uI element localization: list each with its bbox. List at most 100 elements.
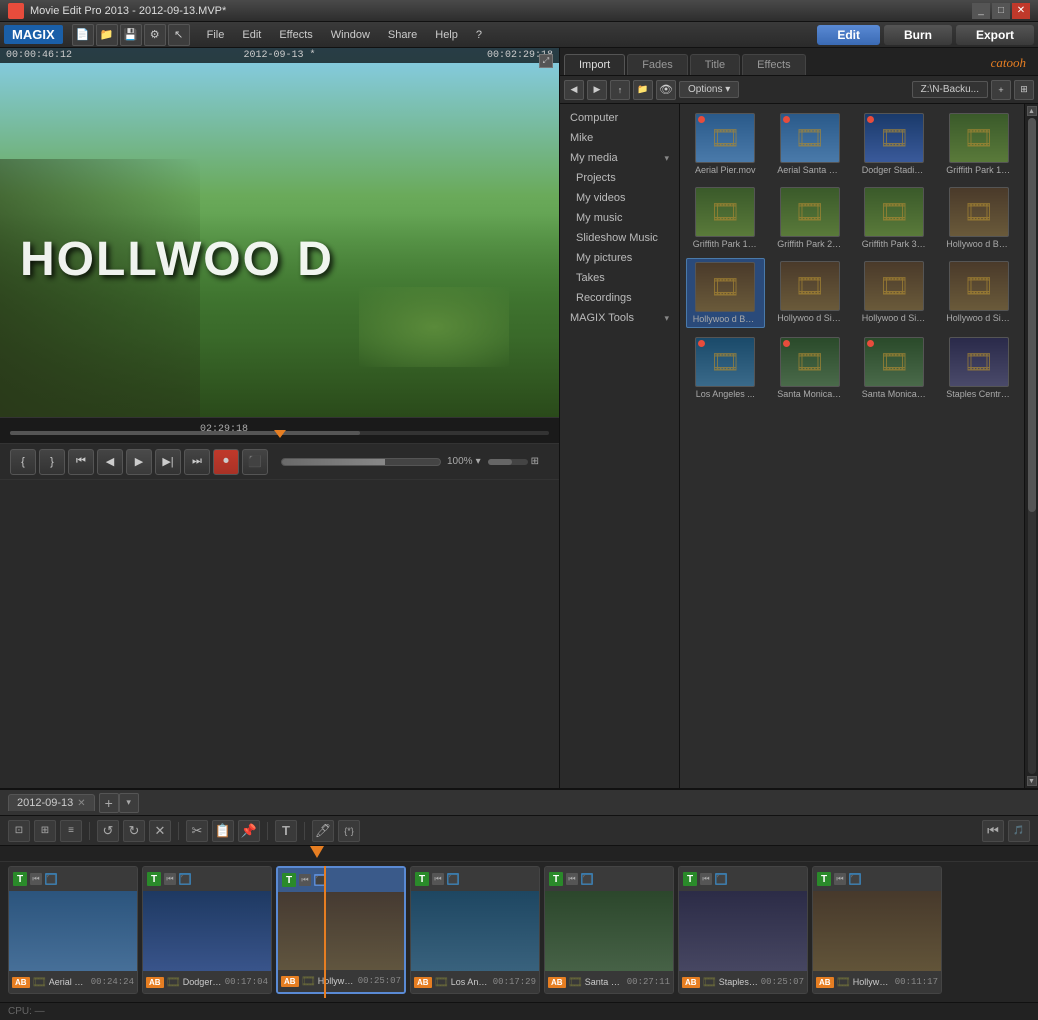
timeline-clip-clip3[interactable]: T⏮⬛AB🎞Hollywood Si...00:25:07 <box>276 866 406 994</box>
menu-file[interactable]: File <box>199 27 233 43</box>
tl-undo-btn[interactable]: ↺ <box>97 820 119 842</box>
zoom-expand-icon[interactable]: ⊞ <box>531 456 539 467</box>
record-button[interactable]: ⏺ <box>213 449 239 475</box>
toolbar-settings[interactable]: ⚙ <box>144 24 166 46</box>
timeline-clip-clip7[interactable]: T⏮⬛AB🎞Hollywood B...00:11:17 <box>812 866 942 994</box>
tl-redo-btn[interactable]: ↻ <box>123 820 145 842</box>
step-back-button[interactable]: ⏮ <box>68 449 94 475</box>
clip-t-btn-clip4[interactable]: T <box>415 872 429 886</box>
tab-import[interactable]: Import <box>564 54 625 75</box>
burn-mode-button[interactable]: Burn <box>884 25 952 45</box>
mark-in-button[interactable]: { <box>10 449 36 475</box>
tree-my-media[interactable]: My media ▾ <box>560 148 679 168</box>
clip-vis-btn-clip1[interactable]: ⬛ <box>45 873 57 885</box>
tree-slideshow-music[interactable]: Slideshow Music <box>560 228 679 248</box>
clip-t-btn-clip7[interactable]: T <box>817 872 831 886</box>
clip-vis-btn-clip6[interactable]: ⬛ <box>715 873 727 885</box>
timeline-clip-clip5[interactable]: T⏮⬛AB🎞Santa Monica...00:27:11 <box>544 866 674 994</box>
clip-nav-btn-clip4[interactable]: ⏮ <box>432 873 444 885</box>
clip-t-btn-clip1[interactable]: T <box>13 872 27 886</box>
tl-view-btn2[interactable]: ⊞ <box>34 820 56 842</box>
clip-vis-btn-clip2[interactable]: ⬛ <box>179 873 191 885</box>
view-toggle[interactable]: ⊞ <box>1014 80 1034 100</box>
tl-paint-btn[interactable]: 🖊 <box>312 820 334 842</box>
add-button[interactable]: + <box>991 80 1011 100</box>
menu-window[interactable]: Window <box>323 27 378 43</box>
timeline-tab-close[interactable]: ✕ <box>77 798 85 809</box>
next-frame-button[interactable]: ▶| <box>155 449 181 475</box>
media-item-griffith-park1[interactable]: 🎞Griffith Park 1(1)... <box>940 110 1019 178</box>
tl-copy-btn[interactable]: 📋 <box>212 820 234 842</box>
playback-progress[interactable] <box>281 458 441 466</box>
nav-folder-button[interactable]: 📁 <box>633 80 653 100</box>
clip-t-btn-clip3[interactable]: T <box>282 873 296 887</box>
clip-nav-btn-clip3[interactable]: ⏮ <box>299 874 311 886</box>
media-item-hollywood-sign3[interactable]: 🎞Hollywoo d Sign 3... <box>855 258 934 328</box>
nav-forward-button[interactable]: ▶ <box>587 80 607 100</box>
clip-nav-btn-clip5[interactable]: ⏮ <box>566 873 578 885</box>
clip-t-btn-clip2[interactable]: T <box>147 872 161 886</box>
clip-vis-btn-clip3[interactable]: ⬛ <box>314 874 326 886</box>
tab-effects[interactable]: Effects <box>742 54 805 75</box>
close-button[interactable]: ✕ <box>1012 3 1030 19</box>
timeline-scrubber[interactable]: 02:29:18 <box>0 418 559 444</box>
minimize-button[interactable]: _ <box>972 3 990 19</box>
tree-mike[interactable]: Mike <box>560 128 679 148</box>
options-dropdown[interactable]: Options ▾ <box>679 81 739 98</box>
media-item-aerial-santa[interactable]: 🎞Aerial Santa M... <box>771 110 850 178</box>
nav-search-button[interactable]: 👁 <box>656 80 676 100</box>
scroll-thumb[interactable] <box>1028 118 1036 512</box>
timeline-add-button[interactable]: + <box>99 793 119 813</box>
preview-expand-button[interactable]: ⤢ <box>539 54 553 68</box>
tree-my-music[interactable]: My music <box>560 208 679 228</box>
menu-help-icon[interactable]: ? <box>468 27 490 43</box>
timeline-dropdown[interactable]: ▾ <box>119 793 139 813</box>
export-mode-button[interactable]: Export <box>956 25 1034 45</box>
clip-nav-btn-clip1[interactable]: ⏮ <box>30 873 42 885</box>
toolbar-cursor[interactable]: ↖ <box>168 24 190 46</box>
menu-effects[interactable]: Effects <box>271 27 320 43</box>
media-item-hollywood-sign2[interactable]: 🎞Hollywoo d Sign 2... <box>771 258 850 328</box>
timeline-clip-clip2[interactable]: T⏮⬛AB🎞Dodger Stad...00:17:04 <box>142 866 272 994</box>
media-item-hollywood-sign4[interactable]: 🎞Hollywoo d Sign... <box>940 258 1019 328</box>
tl-audio-btn[interactable]: 🎵 <box>1008 820 1030 842</box>
tl-start-btn[interactable]: ⏮ <box>982 820 1004 842</box>
media-item-dodger-stadium[interactable]: 🎞Dodger Stadium... <box>855 110 934 178</box>
media-item-santa-monica2[interactable]: 🎞Santa Monica ... <box>855 334 934 402</box>
media-item-aerial-pier[interactable]: 🎞Aerial Pier.mov <box>686 110 765 178</box>
scroll-down-button[interactable]: ▼ <box>1027 776 1037 786</box>
media-item-griffith-park2[interactable]: 🎞Griffith Park 2.m... <box>771 184 850 252</box>
clip-nav-btn-clip7[interactable]: ⏮ <box>834 873 846 885</box>
play-button[interactable]: ▶ <box>126 449 152 475</box>
prev-frame-button[interactable]: ◀ <box>97 449 123 475</box>
menu-share[interactable]: Share <box>380 27 425 43</box>
media-item-griffith-park3[interactable]: 🎞Griffith Park 3.m... <box>855 184 934 252</box>
nav-back-button[interactable]: ◀ <box>564 80 584 100</box>
menu-edit[interactable]: Edit <box>234 27 269 43</box>
toolbar-open[interactable]: 📁 <box>96 24 118 46</box>
clip-nav-btn-clip6[interactable]: ⏮ <box>700 873 712 885</box>
scroll-up-button[interactable]: ▲ <box>1027 106 1037 116</box>
toolbar-new[interactable]: 📄 <box>72 24 94 46</box>
stop-button[interactable]: ⬛ <box>242 449 268 475</box>
tl-view-btn3[interactable]: ≡ <box>60 820 82 842</box>
mark-out-button[interactable]: } <box>39 449 65 475</box>
clip-t-btn-clip6[interactable]: T <box>683 872 697 886</box>
step-forward-button[interactable]: ⏭ <box>184 449 210 475</box>
media-item-hollywood-bowl1[interactable]: 🎞Hollywoo d Bowl 1... <box>940 184 1019 252</box>
tab-fades[interactable]: Fades <box>627 54 688 75</box>
tree-computer[interactable]: Computer <box>560 108 679 128</box>
tree-my-pictures[interactable]: My pictures <box>560 248 679 268</box>
media-item-staples-centre[interactable]: 🎞Staples Centre... <box>940 334 1019 402</box>
media-item-santa-monica1[interactable]: 🎞Santa Monica ... <box>771 334 850 402</box>
nav-up-button[interactable]: ↑ <box>610 80 630 100</box>
toolbar-save[interactable]: 💾 <box>120 24 142 46</box>
clip-vis-btn-clip5[interactable]: ⬛ <box>581 873 593 885</box>
tree-magix-tools[interactable]: MAGIX Tools ▾ <box>560 308 679 328</box>
tab-title[interactable]: Title <box>690 54 740 75</box>
clip-nav-btn-clip2[interactable]: ⏮ <box>164 873 176 885</box>
tree-takes[interactable]: Takes <box>560 268 679 288</box>
zoom-slider[interactable] <box>488 459 528 465</box>
media-item-hollywood-bowl4[interactable]: 🎞Hollywoo d Bowl 4.mov <box>686 258 765 328</box>
tl-delete-btn[interactable]: ✕ <box>149 820 171 842</box>
